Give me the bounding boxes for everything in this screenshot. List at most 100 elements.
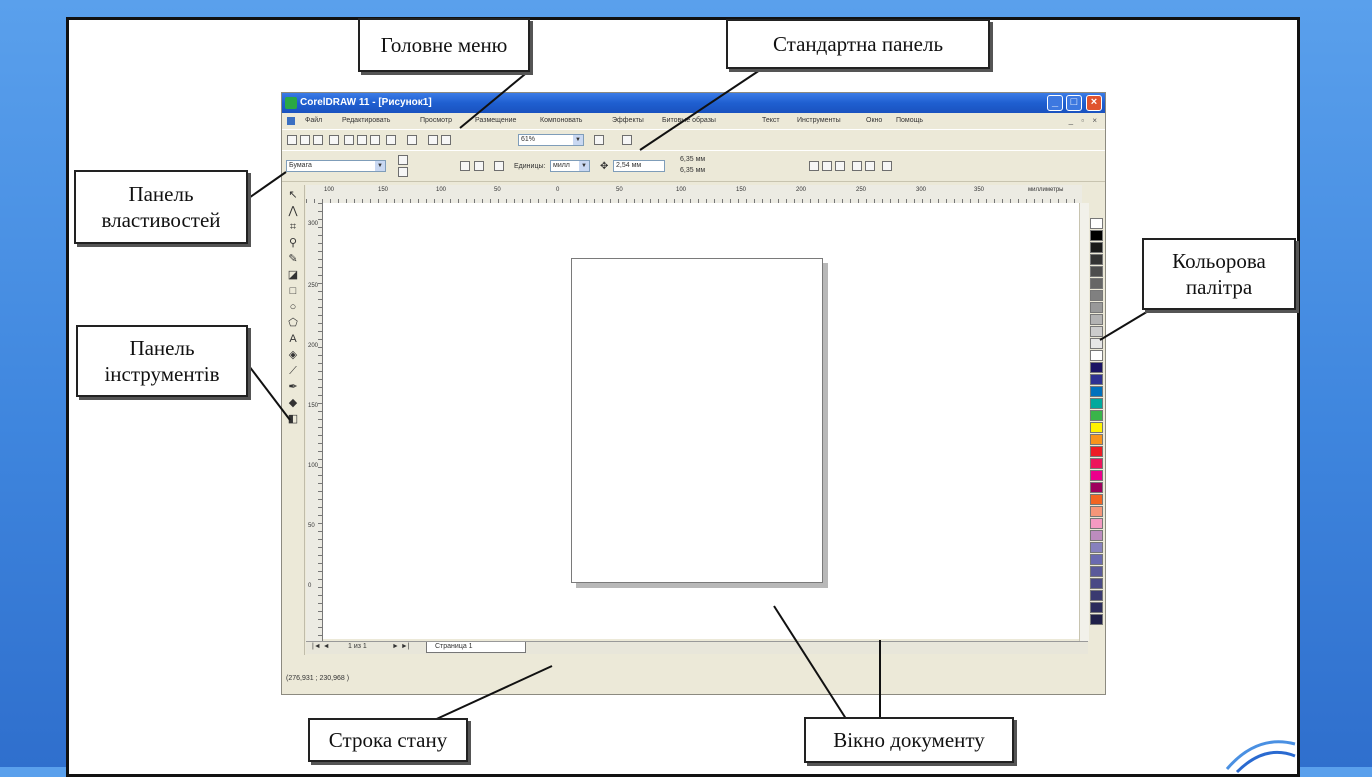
save-icon[interactable]: [313, 135, 323, 145]
menu-item-arrange[interactable]: Размещение: [475, 117, 516, 124]
color-swatch[interactable]: [1090, 482, 1103, 493]
menu-item-help[interactable]: Помощь: [896, 117, 923, 124]
landscape-icon[interactable]: [474, 161, 484, 171]
color-swatch[interactable]: [1090, 302, 1103, 313]
menu-item-bitmaps[interactable]: Битовые образы: [662, 117, 716, 124]
undo-icon[interactable]: [386, 135, 396, 145]
color-swatch[interactable]: [1090, 266, 1103, 277]
ellipse-tool-icon[interactable]: ○: [287, 301, 299, 313]
color-swatch[interactable]: [1090, 566, 1103, 577]
text-tool-icon[interactable]: A: [287, 333, 299, 345]
vertical-scrollbar[interactable]: [1079, 203, 1089, 641]
import-icon[interactable]: [428, 135, 438, 145]
nudge-input[interactable]: 2,54 мм: [613, 160, 665, 172]
crop-tool-icon[interactable]: ⌗: [287, 221, 299, 233]
color-swatch[interactable]: [1090, 470, 1103, 481]
maximize-button[interactable]: □: [1066, 95, 1082, 111]
color-swatch[interactable]: [1090, 314, 1103, 325]
color-swatch[interactable]: [1090, 518, 1103, 529]
color-swatch[interactable]: [1090, 578, 1103, 589]
color-swatch[interactable]: [1090, 374, 1103, 385]
color-swatch[interactable]: [1090, 386, 1103, 397]
color-swatch[interactable]: [1090, 494, 1103, 505]
first-page-button[interactable]: |◄ ◄: [312, 643, 330, 650]
color-swatch[interactable]: [1090, 350, 1103, 361]
color-swatch[interactable]: [1090, 362, 1103, 373]
menu-item-text[interactable]: Текст: [762, 117, 780, 124]
color-swatch[interactable]: [1090, 542, 1103, 553]
color-swatch[interactable]: [1090, 290, 1103, 301]
tab-page-1[interactable]: Страница 1: [426, 642, 526, 653]
color-swatch[interactable]: [1090, 590, 1103, 601]
print-icon[interactable]: [329, 135, 339, 145]
horizontal-ruler[interactable]: 100 150 100 50 0 50 100 150 200 250 300 …: [306, 185, 1082, 204]
open-icon[interactable]: [300, 135, 310, 145]
color-swatch[interactable]: [1090, 326, 1103, 337]
snap-objects-icon[interactable]: [835, 161, 845, 171]
color-swatch[interactable]: [1090, 218, 1103, 229]
drawing-page[interactable]: [571, 258, 823, 583]
corel-online-icon[interactable]: [622, 135, 632, 145]
pick-tool-icon[interactable]: ↖: [287, 189, 299, 201]
redo-icon[interactable]: [407, 135, 417, 145]
dynamic-guides-icon[interactable]: [852, 161, 862, 171]
freehand-tool-icon[interactable]: ✎: [287, 253, 299, 265]
color-swatch[interactable]: [1090, 242, 1103, 253]
paste-icon[interactable]: [370, 135, 380, 145]
color-swatch[interactable]: [1090, 410, 1103, 421]
paper-type-select[interactable]: Бумага ▼: [286, 160, 386, 172]
color-swatch[interactable]: [1090, 254, 1103, 265]
menu-item-tools[interactable]: Инструменты: [797, 117, 841, 124]
menu-item-view[interactable]: Просмотр: [420, 117, 452, 124]
rectangle-tool-icon[interactable]: □: [287, 285, 299, 297]
color-swatch[interactable]: [1090, 434, 1103, 445]
color-swatch[interactable]: [1090, 506, 1103, 517]
eyedropper-tool-icon[interactable]: ⟋: [287, 365, 299, 377]
minimize-button[interactable]: _: [1047, 95, 1063, 111]
vertical-ruler[interactable]: 300 250 200 150 100 50 0: [306, 203, 323, 641]
interactive-fill-tool-icon[interactable]: ◧: [287, 413, 299, 425]
color-swatch[interactable]: [1090, 338, 1103, 349]
snap-grid-icon[interactable]: [809, 161, 819, 171]
title-bar[interactable]: CorelDRAW 11 - [Рисунок1] _ □ ×: [282, 93, 1105, 113]
document-canvas[interactable]: [323, 203, 1079, 639]
color-swatch[interactable]: [1090, 230, 1103, 241]
menu-item-layout[interactable]: Компоновать: [540, 117, 582, 124]
snap-guides-icon[interactable]: [822, 161, 832, 171]
units-select[interactable]: милл ▼: [550, 160, 590, 172]
zoom-tool-icon[interactable]: ⚲: [287, 237, 299, 249]
export-icon[interactable]: [441, 135, 451, 145]
mdi-controls[interactable]: _ ▫ ×: [1069, 116, 1100, 125]
color-swatch[interactable]: [1090, 446, 1103, 457]
copy-icon[interactable]: [357, 135, 367, 145]
new-icon[interactable]: [287, 135, 297, 145]
cut-icon[interactable]: [344, 135, 354, 145]
color-swatch[interactable]: [1090, 614, 1103, 625]
smart-fill-tool-icon[interactable]: ◪: [287, 269, 299, 281]
color-swatch[interactable]: [1090, 278, 1103, 289]
fill-tool-icon[interactable]: ◆: [287, 397, 299, 409]
duplicate-y-value[interactable]: 6,35 мм: [680, 167, 705, 174]
color-swatch[interactable]: [1090, 458, 1103, 469]
menu-item-effects[interactable]: Эффекты: [612, 117, 644, 124]
zoom-tool-icon[interactable]: [865, 161, 875, 171]
color-swatch[interactable]: [1090, 554, 1103, 565]
application-launcher-icon[interactable]: [594, 135, 604, 145]
all-pages-icon[interactable]: [494, 161, 504, 171]
color-swatch[interactable]: [1090, 602, 1103, 613]
menu-item-file[interactable]: Файл: [305, 117, 322, 124]
portrait-icon[interactable]: [460, 161, 470, 171]
options-icon[interactable]: [882, 161, 892, 171]
polygon-tool-icon[interactable]: ⬠: [287, 317, 299, 329]
interactive-blend-tool-icon[interactable]: ◈: [287, 349, 299, 361]
shape-tool-icon[interactable]: ⋀: [287, 205, 299, 217]
duplicate-x-value[interactable]: 6,35 мм: [680, 156, 705, 163]
color-swatch[interactable]: [1090, 422, 1103, 433]
close-button[interactable]: ×: [1086, 95, 1102, 111]
zoom-select[interactable]: 61% ▼: [518, 134, 584, 146]
outline-tool-icon[interactable]: ✒: [287, 381, 299, 393]
color-swatch[interactable]: [1090, 398, 1103, 409]
color-swatch[interactable]: [1090, 530, 1103, 541]
menu-item-window[interactable]: Окно: [866, 117, 882, 124]
last-page-button[interactable]: ► ►|: [392, 643, 410, 650]
